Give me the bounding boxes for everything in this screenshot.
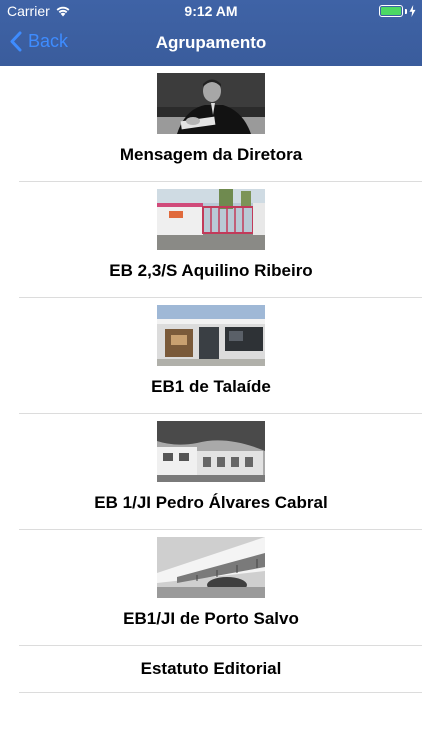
list-item-aquilino-ribeiro[interactable]: EB 2,3/S Aquilino Ribeiro bbox=[0, 182, 422, 298]
navigation-bar: Back Agrupamento bbox=[0, 22, 422, 66]
item-label: Estatuto Editorial bbox=[140, 659, 282, 678]
item-label: EB1/JI de Porto Salvo bbox=[123, 609, 299, 628]
status-time: 9:12 AM bbox=[184, 3, 238, 19]
item-label: EB1 de Talaíde bbox=[151, 377, 271, 396]
battery-group bbox=[379, 5, 416, 17]
list-item-estatuto-editorial[interactable]: Estatuto Editorial bbox=[0, 646, 422, 693]
charging-bolt-icon bbox=[409, 5, 416, 17]
list-item-mensagem-diretora[interactable]: Mensagem da Diretora bbox=[0, 66, 422, 182]
item-label: EB 2,3/S Aquilino Ribeiro bbox=[109, 261, 313, 280]
school-bw-photo bbox=[157, 421, 265, 482]
item-label: EB 1/JI Pedro Álvares Cabral bbox=[94, 493, 328, 512]
item-label: Mensagem da Diretora bbox=[119, 145, 303, 164]
menu-list: Mensagem da Diretora EB 2,3/S Aquilino R… bbox=[0, 66, 422, 693]
row-separator bbox=[19, 692, 422, 693]
list-item-porto-salvo[interactable]: EB1/JI de Porto Salvo bbox=[0, 530, 422, 646]
school-gate-photo bbox=[157, 189, 265, 250]
battery-icon bbox=[379, 5, 403, 17]
school-building-photo bbox=[157, 305, 265, 366]
battery-tip bbox=[405, 8, 407, 14]
list-item-eb1-talaide[interactable]: EB1 de Talaíde bbox=[0, 298, 422, 414]
director-portrait-photo bbox=[157, 73, 265, 134]
school-street-photo bbox=[157, 537, 265, 598]
top-bar: Carrier 9:12 AM Back Agrupamento bbox=[0, 0, 422, 66]
status-bar: Carrier 9:12 AM bbox=[0, 0, 422, 22]
page-title: Agrupamento bbox=[155, 33, 267, 52]
list-item-pedro-alvares-cabral[interactable]: EB 1/JI Pedro Álvares Cabral bbox=[0, 414, 422, 530]
